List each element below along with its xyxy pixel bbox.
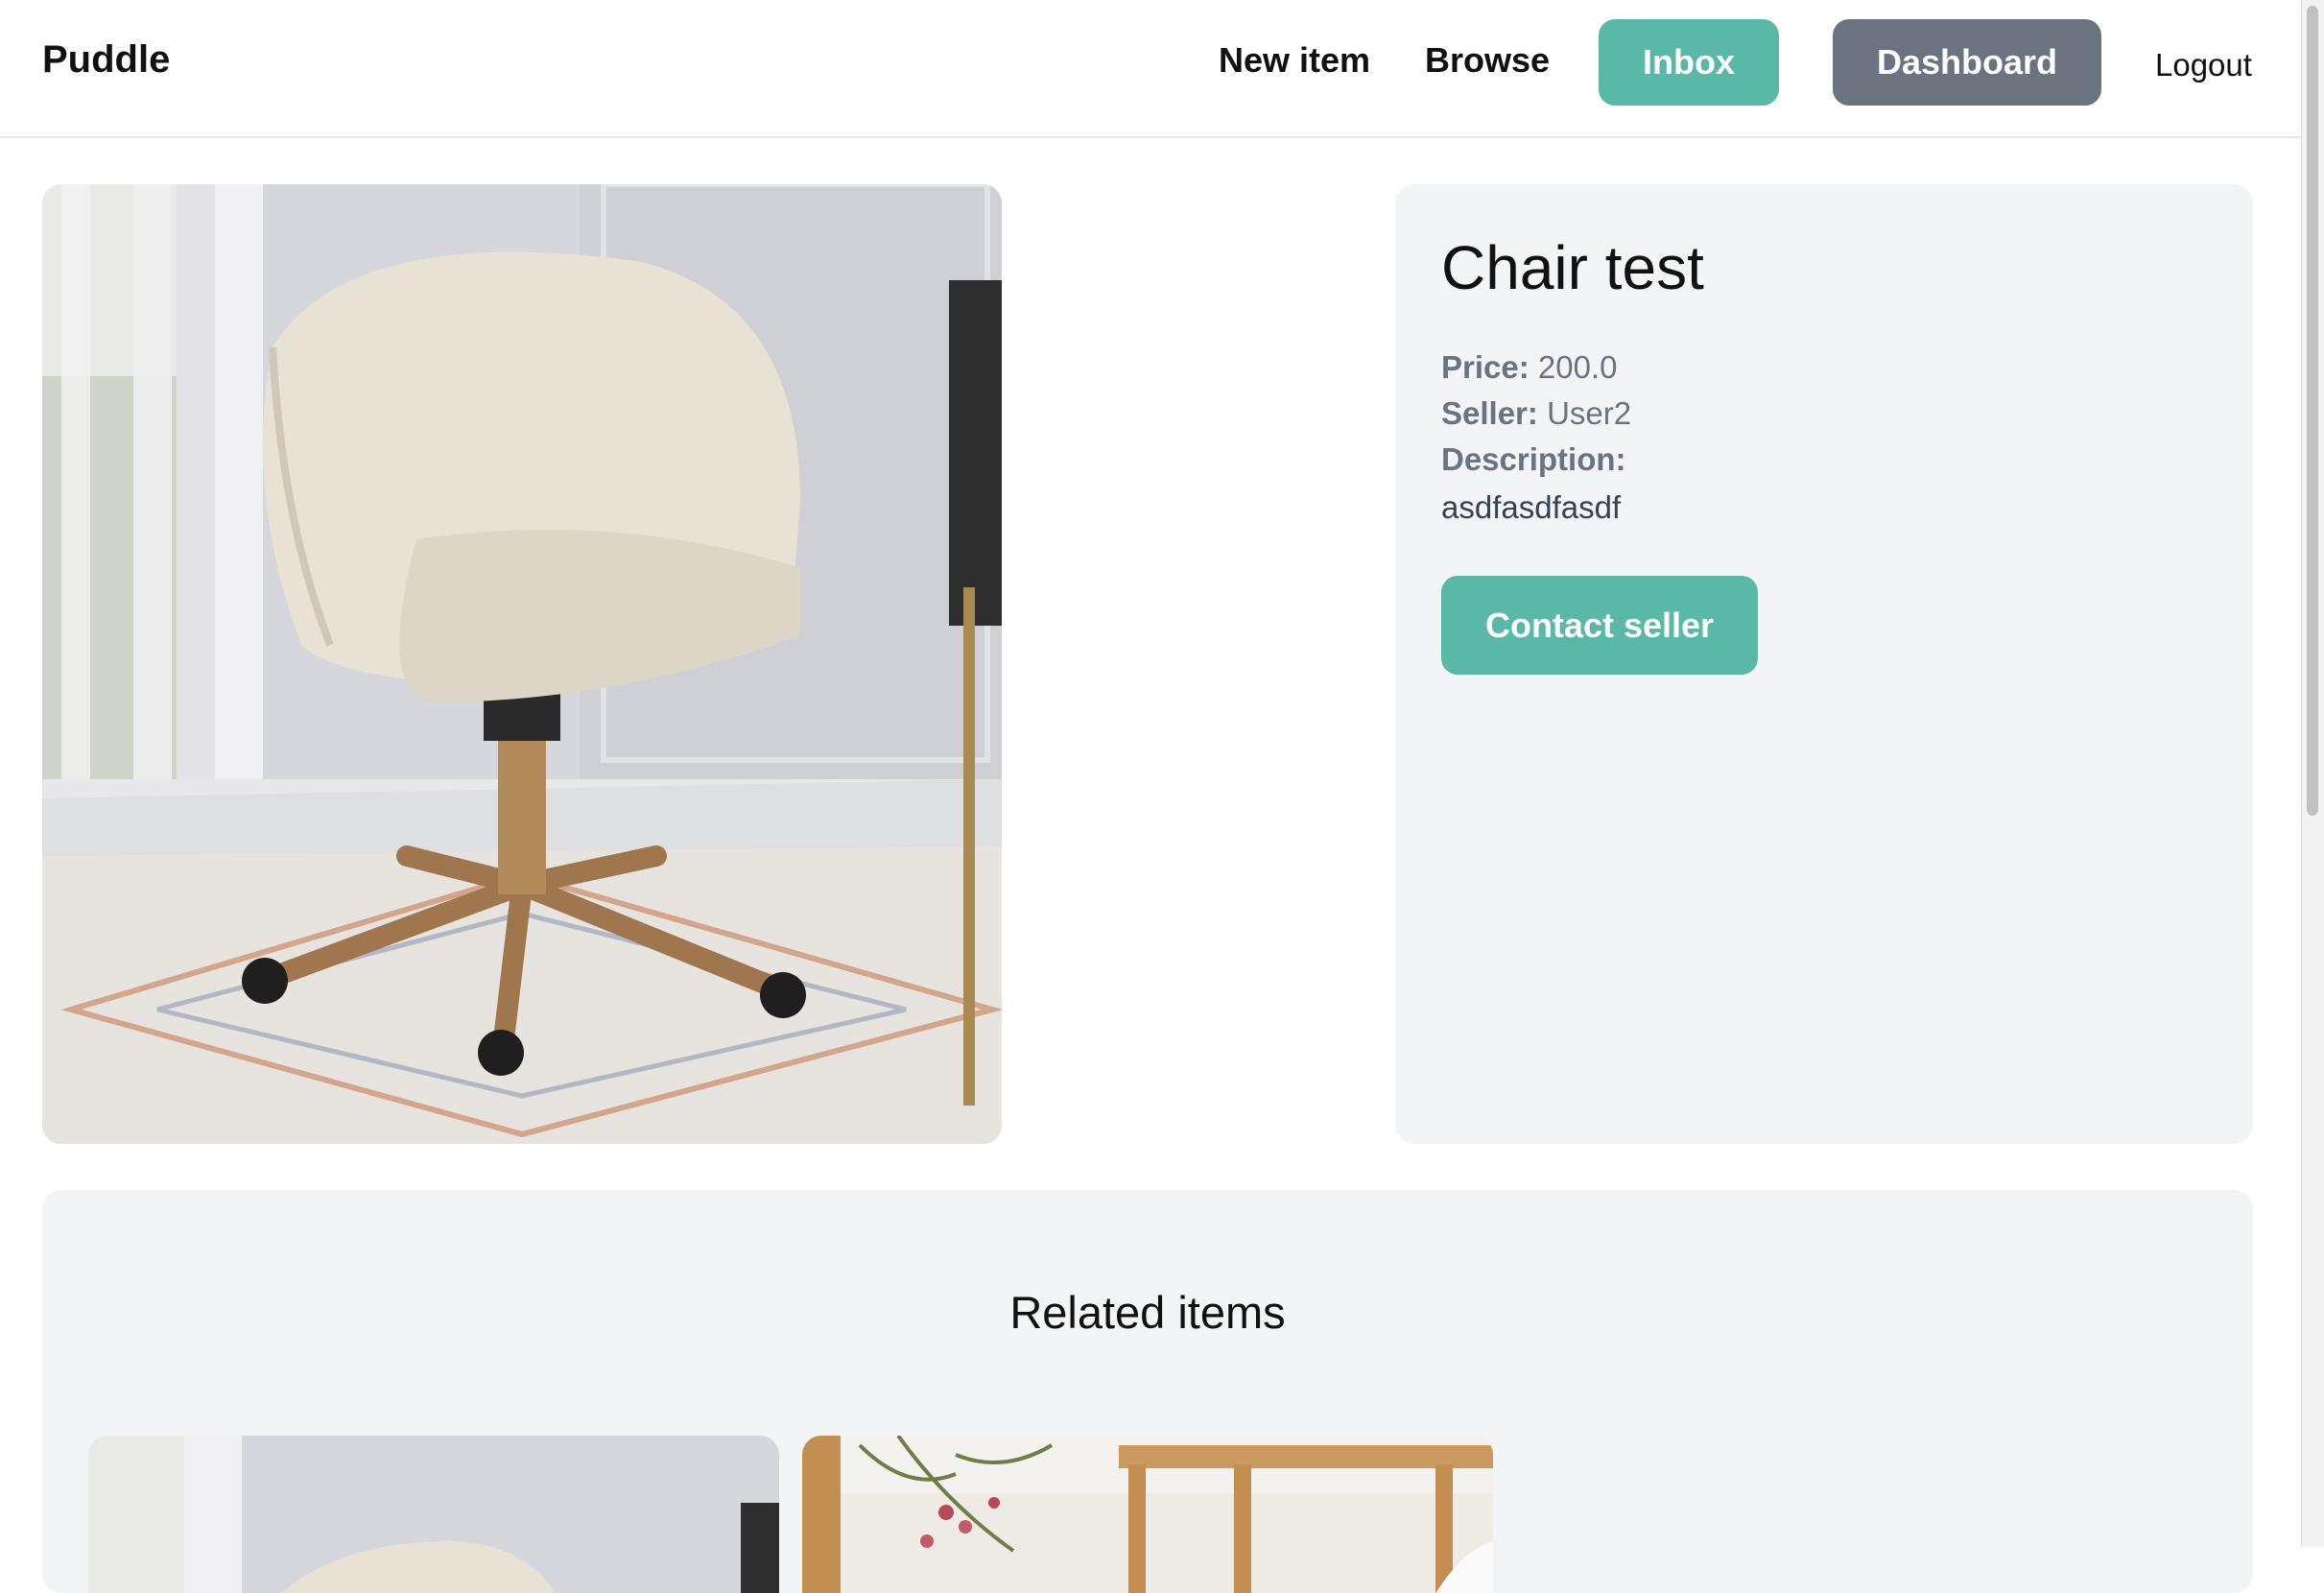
related-item-card[interactable]	[88, 1436, 779, 1593]
scrollbar-thumb[interactable]	[2307, 6, 2318, 816]
nav-new-item-link[interactable]: New item	[1219, 40, 1370, 81]
item-photo	[42, 184, 1002, 1144]
item-title: Chair test	[1441, 233, 1704, 302]
inbox-button[interactable]: Inbox	[1599, 19, 1779, 106]
description-label: Description:	[1441, 441, 1626, 477]
nav-browse-link[interactable]: Browse	[1425, 40, 1550, 81]
site-logo[interactable]: Puddle	[42, 38, 170, 82]
description-value: asdfasdfasdf	[1441, 489, 1622, 525]
contact-seller-button[interactable]: Contact seller	[1441, 576, 1758, 675]
price-label: Price:	[1441, 349, 1530, 385]
price-row: Price: 200.0	[1441, 349, 1617, 386]
item-details-panel: Chair test Price: 200.0 Seller: User2 De…	[1395, 184, 2253, 1144]
seller-row: Seller: User2	[1441, 395, 1631, 432]
seller-label: Seller:	[1441, 395, 1538, 431]
logout-button[interactable]: Logout	[2155, 47, 2252, 83]
dashboard-button[interactable]: Dashboard	[1833, 19, 2101, 106]
related-items-section: Related items	[42, 1190, 2253, 1593]
price-value: 200.0	[1537, 349, 1618, 385]
related-item-card[interactable]	[802, 1436, 1493, 1593]
related-items-title: Related items	[1009, 1287, 1286, 1338]
description-label-row: Description:	[1441, 441, 1626, 478]
navbar: Puddle New item Browse Inbox Dashboard L…	[0, 0, 2301, 138]
seller-value: User2	[1547, 395, 1632, 431]
